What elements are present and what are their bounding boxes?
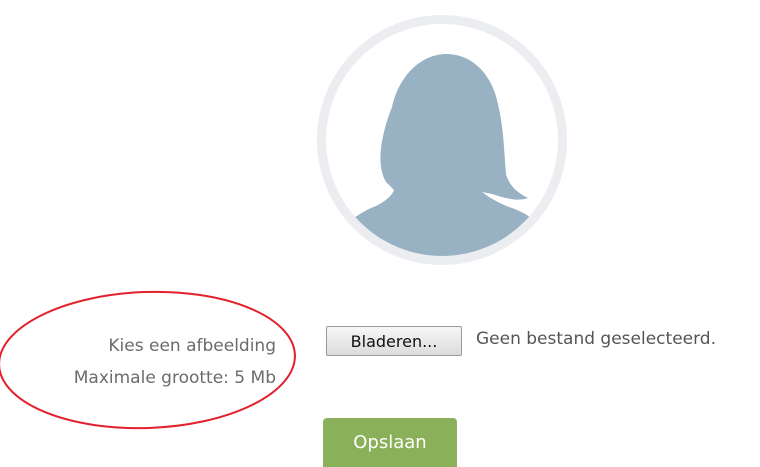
profile-avatar <box>314 12 570 268</box>
browse-file-button[interactable]: Bladeren... <box>326 326 462 356</box>
upload-label: Kies een afbeelding <box>108 336 276 356</box>
save-button[interactable]: Opslaan <box>323 418 457 467</box>
upload-hint: Kies een afbeelding Maximale grootte: 5 … <box>0 330 276 394</box>
person-silhouette-icon <box>317 15 567 265</box>
max-size-note: Maximale grootte: 5 Mb <box>73 368 276 388</box>
file-status-text: Geen bestand geselecteerd. <box>476 329 716 349</box>
